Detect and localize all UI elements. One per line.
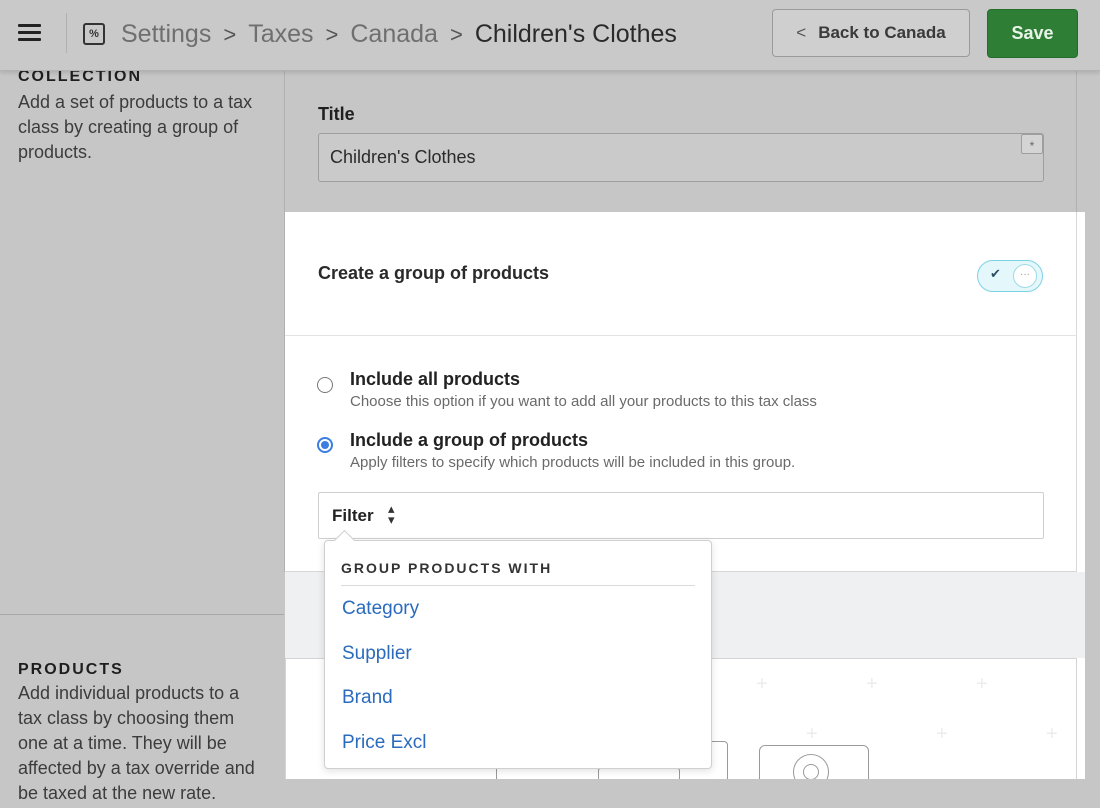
- toggle-knob: ···: [1013, 264, 1037, 288]
- breadcrumb-settings[interactable]: Settings: [121, 20, 211, 48]
- breadcrumb-taxes[interactable]: Taxes: [248, 20, 313, 48]
- back-button[interactable]: < Back to Canada: [772, 9, 970, 57]
- option-include-all-desc: Choose this option if you want to add al…: [350, 393, 817, 410]
- chevron-right-icon: >: [449, 22, 463, 47]
- section-divider: [0, 614, 284, 615]
- sort-arrows-icon: ▴ ▾: [388, 501, 395, 527]
- check-icon: ✔: [990, 266, 1001, 281]
- chevron-right-icon: >: [325, 22, 339, 47]
- filter-select[interactable]: Filter ▴ ▾: [318, 492, 1044, 539]
- breadcrumb-canada[interactable]: Canada: [350, 20, 438, 48]
- menu-icon[interactable]: [18, 24, 41, 42]
- dropdown-heading: GROUP PRODUCTS WITH: [341, 560, 553, 576]
- top-bar: % Settings > Taxes > Canada > Children's Cloth…: [0, 0, 1100, 71]
- plus-decoration-icon: +: [1046, 723, 1058, 745]
- products-section-title: PRODUCTS: [18, 661, 124, 678]
- plus-decoration-icon: +: [866, 673, 878, 695]
- plus-decoration-icon: +: [756, 673, 768, 695]
- option-include-all-label[interactable]: Include all products: [350, 369, 520, 390]
- group-products-card: Create a group of products ✔ ··· Include…: [285, 212, 1077, 572]
- filter-dropdown: GROUP PRODUCTS WITH Category Supplier Br…: [324, 540, 712, 769]
- header-divider: [66, 13, 67, 53]
- filter-label: Filter: [332, 506, 374, 525]
- radio-include-all[interactable]: [317, 377, 333, 393]
- dropdown-item-category[interactable]: Category: [342, 598, 419, 620]
- group-products-toggle[interactable]: ✔ ···: [977, 260, 1043, 292]
- plus-decoration-icon: +: [936, 723, 948, 745]
- dropdown-item-supplier[interactable]: Supplier: [342, 643, 412, 665]
- option-include-group-desc: Apply filters to specify which products …: [350, 454, 796, 471]
- illustration-speaker: [759, 745, 869, 779]
- page-title: Children's Clothes: [474, 20, 677, 48]
- required-marker: *: [1021, 134, 1043, 154]
- title-input[interactable]: Children's Clothes: [318, 133, 1044, 182]
- card-divider: [285, 335, 1077, 336]
- back-button-label: Back to Canada: [818, 23, 946, 42]
- dropdown-item-price-excl[interactable]: Price Excl: [342, 732, 426, 754]
- radio-include-group[interactable]: [317, 437, 333, 453]
- chevron-right-icon: >: [223, 22, 237, 47]
- chevron-left-icon: <: [796, 23, 807, 42]
- save-button[interactable]: Save: [987, 9, 1078, 58]
- tax-icon: %: [83, 23, 105, 45]
- option-include-group-label[interactable]: Include a group of products: [350, 430, 588, 451]
- breadcrumb: Settings > Taxes > Canada > Children's Clothes: [121, 18, 677, 51]
- plus-decoration-icon: +: [976, 673, 988, 695]
- group-products-heading: Create a group of products: [318, 263, 550, 283]
- dropdown-divider: [341, 585, 695, 586]
- plus-decoration-icon: +: [806, 723, 818, 745]
- products-section-desc: Add individual products to a tax class b…: [18, 683, 255, 803]
- title-label: Title: [318, 104, 355, 124]
- collection-section-desc: Add a set of products to a tax class by …: [18, 92, 253, 162]
- dropdown-item-brand[interactable]: Brand: [342, 687, 393, 709]
